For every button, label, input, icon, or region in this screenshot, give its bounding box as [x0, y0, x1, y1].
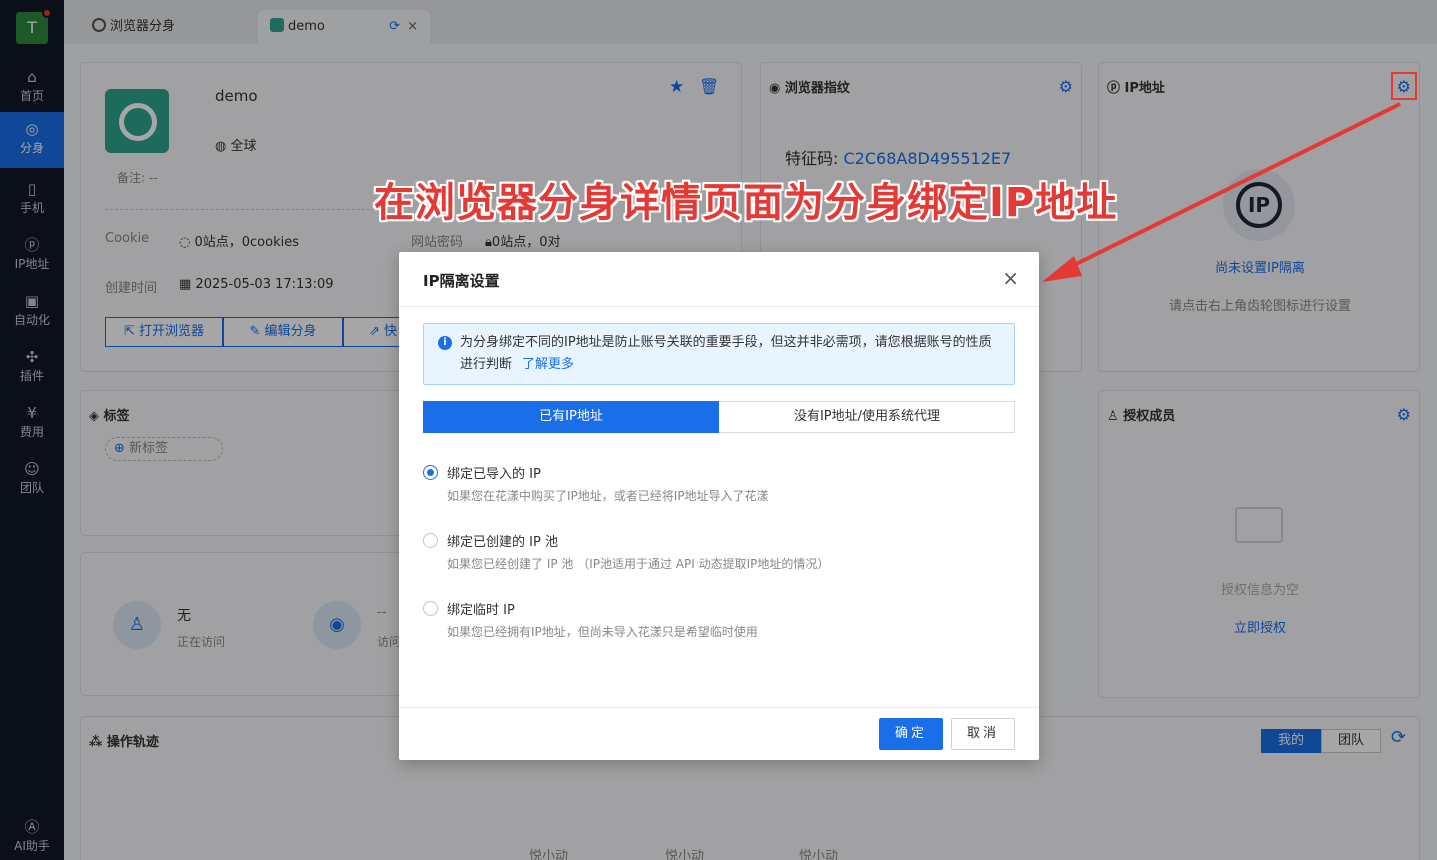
arrow-head: [1042, 256, 1082, 282]
radio-temporary-ip[interactable]: [423, 601, 438, 616]
learn-more-link[interactable]: 了解更多: [522, 357, 574, 372]
close-icon[interactable]: ×: [1002, 268, 1019, 288]
tab-has-ip[interactable]: 已有IP地址: [423, 401, 719, 433]
dialog-divider: [399, 306, 1039, 307]
info-icon: i: [438, 336, 452, 350]
cancel-button[interactable]: 取消: [951, 718, 1015, 750]
annotation-caption: 在浏览器分身详情页面为分身绑定IP地址: [374, 180, 1118, 226]
ip-isolation-dialog: IP隔离设置 × i 为分身绑定不同的IP地址是防止账号关联的重要手段，但这并非…: [399, 252, 1039, 760]
confirm-button[interactable]: 确定: [879, 718, 943, 750]
info-alert: i 为分身绑定不同的IP地址是防止账号关联的重要手段，但这并非必需项，请您根据账…: [423, 323, 1015, 385]
radio-imported-ip[interactable]: [423, 465, 438, 480]
ip-mode-switch: 已有IP地址 没有IP地址/使用系统代理: [423, 401, 1015, 433]
tab-no-ip[interactable]: 没有IP地址/使用系统代理: [719, 401, 1015, 433]
dialog-title: IP隔离设置: [423, 272, 500, 290]
radio-ip-pool[interactable]: [423, 533, 438, 548]
footer-divider: [399, 707, 1039, 708]
